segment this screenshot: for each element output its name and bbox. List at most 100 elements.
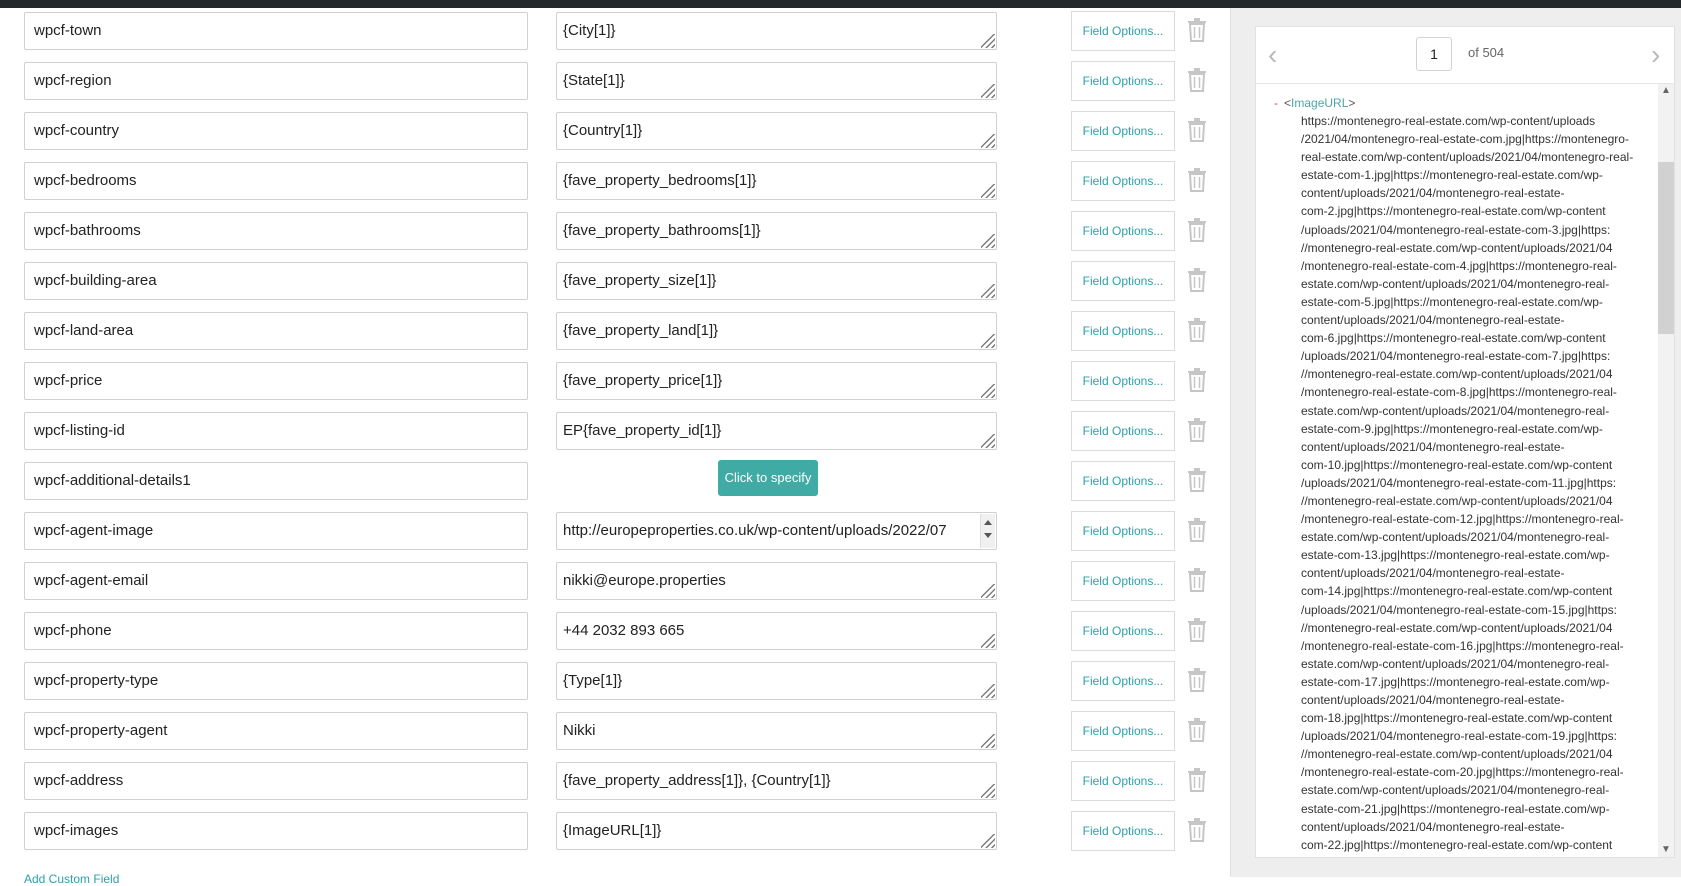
field-options-button[interactable]: Field Options... <box>1071 111 1175 151</box>
add-custom-field-link[interactable]: Add Custom Field <box>24 872 119 886</box>
textarea-scroll-arrows-icon[interactable] <box>980 514 995 548</box>
trash-icon[interactable] <box>1186 567 1208 593</box>
trash-icon[interactable] <box>1186 267 1208 293</box>
resize-handle-icon[interactable] <box>981 584 995 598</box>
field-options-button[interactable]: Field Options... <box>1071 561 1175 601</box>
resize-handle-icon[interactable] <box>981 34 995 48</box>
resize-handle-icon[interactable] <box>981 234 995 248</box>
trash-icon[interactable] <box>1186 367 1208 393</box>
chevron-right-icon[interactable]: › <box>1651 41 1660 69</box>
field-name-input[interactable]: wpcf-agent-image <box>24 512 528 550</box>
resize-handle-icon[interactable] <box>981 184 995 198</box>
field-row: wpcf-price {fave_property_price[1]} Field … <box>0 360 1230 410</box>
field-value-input[interactable]: nikki@europe.properties <box>556 562 997 600</box>
xml-value-line: content/uploads/2021/04/montenegro-real-… <box>1301 186 1565 201</box>
field-options-button[interactable]: Field Options... <box>1071 761 1175 801</box>
trash-icon[interactable] <box>1186 467 1208 493</box>
field-options-button[interactable]: Field Options... <box>1071 61 1175 101</box>
resize-handle-icon[interactable] <box>981 834 995 848</box>
field-name-input[interactable]: wpcf-land-area <box>24 312 528 350</box>
page-number-input[interactable]: 1 <box>1416 37 1452 71</box>
xml-value-line: /uploads/2021/04/montenegro-real-estate-… <box>1301 602 1617 617</box>
field-name-input[interactable]: wpcf-building-area <box>24 262 528 300</box>
field-name-input[interactable]: wpcf-images <box>24 812 528 850</box>
field-value-input[interactable]: {State[1]} <box>556 62 997 100</box>
field-name-input[interactable]: wpcf-additional-details1 <box>24 462 528 500</box>
field-value-input[interactable]: {fave_property_bedrooms[1]} <box>556 162 997 200</box>
field-value-input[interactable]: {fave_property_land[1]} <box>556 312 997 350</box>
field-name-input[interactable]: wpcf-country <box>24 112 528 150</box>
field-value-input[interactable]: {fave_property_bathrooms[1]} <box>556 212 997 250</box>
trash-icon[interactable] <box>1186 517 1208 543</box>
trash-icon[interactable] <box>1186 617 1208 643</box>
field-options-button[interactable]: Field Options... <box>1071 361 1175 401</box>
trash-icon[interactable] <box>1186 167 1208 193</box>
xml-value-line: estate-com-21.jpg|https://montenegro-rea… <box>1301 801 1610 816</box>
xml-node-imageurl[interactable]: - <ImageURL> <box>1274 96 1355 110</box>
field-value-input[interactable]: {City[1]} <box>556 12 997 50</box>
field-name-input[interactable]: wpcf-region <box>24 62 528 100</box>
trash-icon[interactable] <box>1186 817 1208 843</box>
preview-scrollbar[interactable]: ▲ ▼ <box>1658 84 1674 857</box>
trash-icon[interactable] <box>1186 217 1208 243</box>
trash-icon[interactable] <box>1186 767 1208 793</box>
field-options-button[interactable]: Field Options... <box>1071 611 1175 651</box>
resize-handle-icon[interactable] <box>981 134 995 148</box>
field-options-button[interactable]: Field Options... <box>1071 311 1175 351</box>
field-name-input[interactable]: wpcf-property-agent <box>24 712 528 750</box>
field-options-button[interactable]: Field Options... <box>1071 11 1175 51</box>
resize-handle-icon[interactable] <box>981 284 995 298</box>
resize-handle-icon[interactable] <box>981 634 995 648</box>
resize-handle-icon[interactable] <box>981 734 995 748</box>
trash-icon[interactable] <box>1186 667 1208 693</box>
field-options-button[interactable]: Field Options... <box>1071 661 1175 701</box>
scrollbar-thumb[interactable] <box>1658 162 1674 334</box>
scroll-up-icon[interactable]: ▲ <box>1661 86 1671 96</box>
field-options-button[interactable]: Field Options... <box>1071 711 1175 751</box>
field-options-button[interactable]: Field Options... <box>1071 811 1175 851</box>
field-value-input[interactable]: EP{fave_property_id[1]} <box>556 412 997 450</box>
trash-icon[interactable] <box>1186 67 1208 93</box>
field-row: wpcf-land-area {fave_property_land[1]} Fie… <box>0 310 1230 360</box>
resize-handle-icon[interactable] <box>981 334 995 348</box>
field-options-button[interactable]: Field Options... <box>1071 161 1175 201</box>
field-value-input[interactable]: Nikki <box>556 712 997 750</box>
resize-handle-icon[interactable] <box>981 384 995 398</box>
field-value-input[interactable]: {fave_property_size[1]} <box>556 262 997 300</box>
field-name-input[interactable]: wpcf-address <box>24 762 528 800</box>
trash-icon[interactable] <box>1186 717 1208 743</box>
field-options-button[interactable]: Field Options... <box>1071 511 1175 551</box>
field-value-input[interactable]: {Country[1]} <box>556 112 997 150</box>
field-value-input[interactable]: {fave_property_price[1]} <box>556 362 997 400</box>
trash-icon[interactable] <box>1186 117 1208 143</box>
field-name-input[interactable]: wpcf-price <box>24 362 528 400</box>
trash-icon[interactable] <box>1186 17 1208 43</box>
field-name-input[interactable]: wpcf-property-type <box>24 662 528 700</box>
field-options-button[interactable]: Field Options... <box>1071 461 1175 501</box>
resize-handle-icon[interactable] <box>981 84 995 98</box>
resize-handle-icon[interactable] <box>981 784 995 798</box>
field-value-input[interactable]: {fave_property_address[1]}, {Country[1]} <box>556 762 997 800</box>
field-value-input[interactable]: {Type[1]} <box>556 662 997 700</box>
field-name-input[interactable]: wpcf-agent-email <box>24 562 528 600</box>
field-value-input[interactable]: http://europeproperties.co.uk/wp-content… <box>556 512 997 550</box>
field-name-input[interactable]: wpcf-bedrooms <box>24 162 528 200</box>
collapse-toggle-icon[interactable]: - <box>1274 96 1278 110</box>
field-options-button[interactable]: Field Options... <box>1071 211 1175 251</box>
click-to-specify-button[interactable]: Click to specify <box>718 460 818 496</box>
resize-handle-icon[interactable] <box>981 684 995 698</box>
chevron-left-icon[interactable]: ‹ <box>1268 41 1277 69</box>
field-value-input[interactable]: {ImageURL[1]} <box>556 812 997 850</box>
field-options-button[interactable]: Field Options... <box>1071 261 1175 301</box>
scroll-down-icon[interactable]: ▼ <box>1661 845 1671 855</box>
field-value-input[interactable]: +44 2032 893 665 <box>556 612 997 650</box>
trash-icon[interactable] <box>1186 317 1208 343</box>
xml-value-line: com-10.jpg|https://montenegro-real-estat… <box>1301 457 1613 472</box>
field-name-input[interactable]: wpcf-bathrooms <box>24 212 528 250</box>
field-name-input[interactable]: wpcf-listing-id <box>24 412 528 450</box>
field-name-input[interactable]: wpcf-town <box>24 12 528 50</box>
field-name-input[interactable]: wpcf-phone <box>24 612 528 650</box>
resize-handle-icon[interactable] <box>981 434 995 448</box>
field-options-button[interactable]: Field Options... <box>1071 411 1175 451</box>
trash-icon[interactable] <box>1186 417 1208 443</box>
